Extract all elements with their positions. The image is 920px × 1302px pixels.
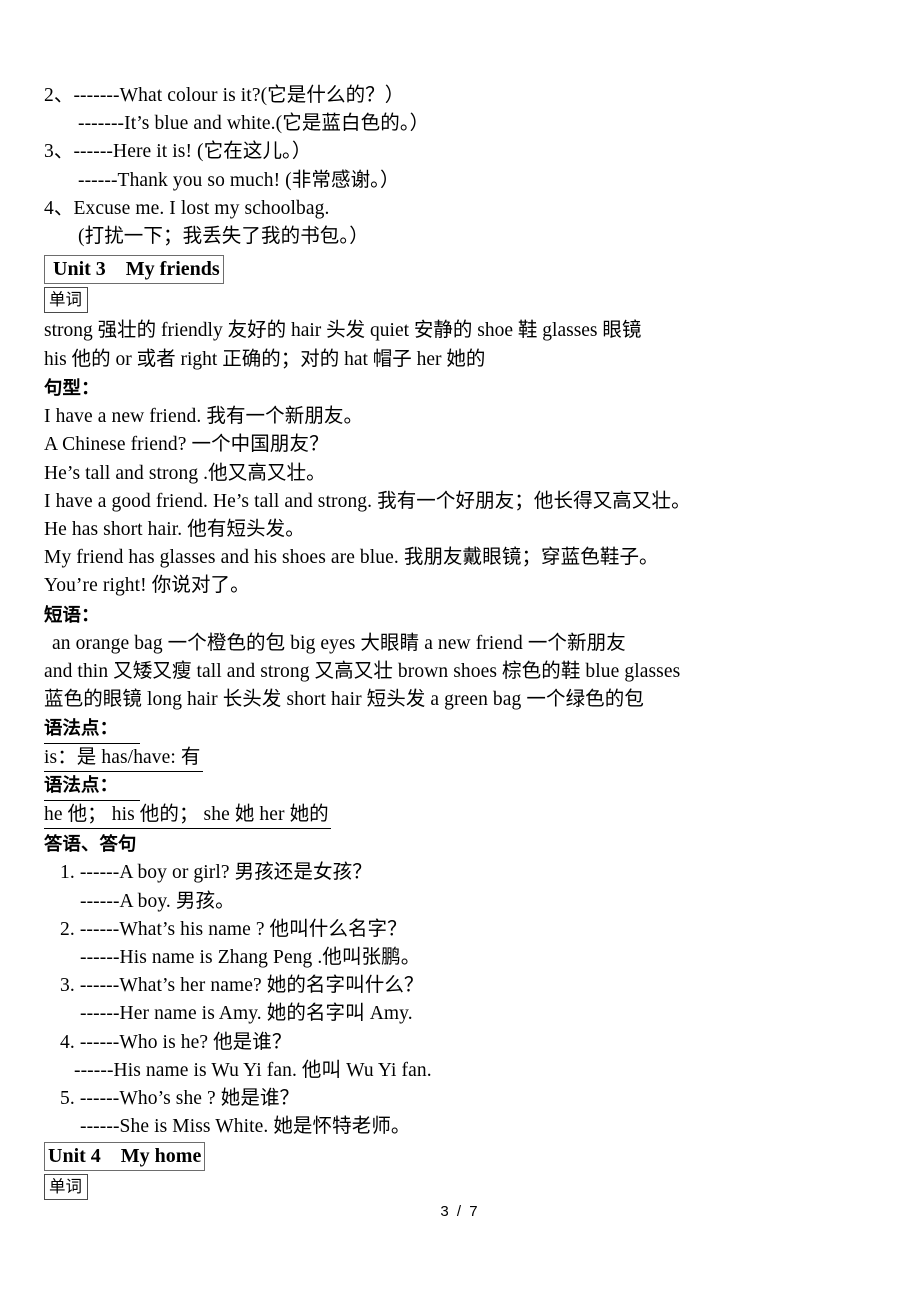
- pattern-line: You’re right! 你说对了。: [44, 572, 920, 600]
- pattern-line: He’s tall and strong .他又高又壮。: [44, 460, 920, 488]
- answer-q-text: ------A boy or girl? 男孩还是女孩？: [79, 862, 372, 884]
- dialogue-number: 2、: [44, 85, 74, 106]
- answer-question: 4. ------Who is he? 他是谁？: [44, 1029, 920, 1057]
- vocabulary-text: strong 强壮的 friendly 友好的 hair 头发 quiet 安静…: [44, 320, 642, 342]
- pattern-line: My friend has glasses and his shoes are …: [44, 544, 920, 572]
- answer-q-text: ------Who is he? 他是谁？: [79, 1031, 292, 1053]
- answer-q-text: ------What’s his name ? 他叫什么名字？: [79, 918, 407, 940]
- pattern-text: My friend has glasses and his shoes are …: [44, 547, 659, 569]
- answer-question: 2. ------What’s his name ? 他叫什么名字？: [44, 916, 920, 944]
- answer-reply: ------She is Miss White. 她是怀特老师。: [44, 1113, 920, 1141]
- unit4-words-label-row: 单词: [44, 1174, 920, 1201]
- answer-question: 1. ------A boy or girl? 男孩还是女孩？: [44, 859, 920, 887]
- patterns-label-row: 句型：: [44, 375, 920, 403]
- answer-number: 4.: [60, 1031, 75, 1053]
- dialogue-line: ------Thank you so much! (非常感谢。）: [44, 167, 920, 195]
- dialogue-line: 4、Excuse me. I lost my schoolbag.: [44, 195, 920, 223]
- dialogue-text: -------It’s blue and white.(它是蓝白色的。）: [78, 113, 430, 135]
- unit3-words-label-row: 单词: [44, 287, 920, 314]
- answer-question: 5. ------Who’s she ? 她是谁？: [44, 1085, 920, 1113]
- patterns-label: 句型：: [44, 378, 100, 400]
- document-page: 2、-------What colour is it?(它是什么的？） ----…: [0, 0, 920, 1302]
- phrase-line: 蓝色的眼镜 long hair 长头发 short hair 短头发 a gre…: [44, 686, 920, 714]
- dialogue-text: ------Thank you so much! (非常感谢。）: [78, 169, 400, 191]
- answer-a-text: ------His name is Wu Yi fan. 他叫 Wu Yi fa…: [74, 1059, 432, 1081]
- dialogue-text: Excuse me. I lost my schoolbag.: [73, 197, 330, 219]
- vocabulary-text: his 他的 or 或者 right 正确的；对的 hat 帽子 her 她的: [44, 348, 486, 370]
- phrase-line: an orange bag 一个橙色的包 big eyes 大眼睛 a new …: [44, 630, 920, 658]
- unit4-heading-row: Unit 4 My home: [44, 1142, 920, 1172]
- page-number-footer: 3 / 7: [440, 1203, 480, 1220]
- grammar-content-row: he 他； his 他的； she 她 her 她的: [44, 801, 920, 830]
- vocabulary-line: his 他的 or 或者 right 正确的；对的 hat 帽子 her 她的: [44, 346, 920, 374]
- phrases-label: 短语：: [44, 604, 100, 626]
- grammar-label: 语法点：: [44, 772, 140, 801]
- answers-label: 答语、答句: [44, 834, 137, 856]
- pattern-text: A Chinese friend? 一个中国朋友？: [44, 434, 329, 456]
- unit3-words-label: 单词: [44, 287, 88, 314]
- pattern-text: He has short hair. 他有短头发。: [44, 519, 305, 541]
- answers-label-row: 答语、答句: [44, 831, 920, 859]
- dialogue-line: (打扰一下；我丢失了我的书包。）: [44, 223, 920, 251]
- answer-number: 2.: [60, 918, 75, 940]
- unit4-words-label: 单词: [44, 1174, 88, 1201]
- answer-number: 5.: [60, 1087, 75, 1109]
- dialogue-line: -------It’s blue and white.(它是蓝白色的。）: [44, 110, 920, 138]
- grammar-label-row: 语法点：: [44, 715, 920, 744]
- unit4-heading: Unit 4 My home: [44, 1142, 206, 1172]
- pattern-line: I have a new friend. 我有一个新朋友。: [44, 403, 920, 431]
- vocabulary-line: strong 强壮的 friendly 友好的 hair 头发 quiet 安静…: [44, 317, 920, 345]
- answer-reply: ------His name is Zhang Peng .他叫张鹏。: [44, 944, 920, 972]
- phrase-text: 蓝色的眼镜 long hair 长头发 short hair 短头发 a gre…: [44, 689, 644, 711]
- answer-question: 3. ------What’s her name? 她的名字叫什么？: [44, 972, 920, 1000]
- grammar-content: is：是 has/have: 有: [44, 744, 203, 773]
- answer-q-text: ------What’s her name? 她的名字叫什么？: [79, 975, 424, 997]
- pattern-text: I have a good friend. He’s tall and stro…: [44, 490, 691, 512]
- answer-number: 1.: [60, 862, 75, 884]
- dialogue-line: 3、------Here it is! (它在这儿。）: [44, 138, 920, 166]
- pattern-line: I have a good friend. He’s tall and stro…: [44, 488, 920, 516]
- dialogue-text: (打扰一下；我丢失了我的书包。）: [78, 226, 369, 248]
- phrase-text: and thin 又矮又瘦 tall and strong 又高又壮 brown…: [44, 661, 681, 683]
- answer-reply: ------Her name is Amy. 她的名字叫 Amy.: [44, 1000, 920, 1028]
- unit3-heading-row: Unit 3 My friends: [44, 255, 920, 285]
- dialogue-line: 2、-------What colour is it?(它是什么的？）: [44, 82, 920, 110]
- grammar-label: 语法点：: [44, 715, 140, 744]
- pattern-text: I have a new friend. 我有一个新朋友。: [44, 406, 364, 428]
- answer-reply: ------A boy. 男孩。: [44, 888, 920, 916]
- answer-a-text: ------Her name is Amy. 她的名字叫 Amy.: [80, 1003, 413, 1025]
- grammar-content-row: is：是 has/have: 有: [44, 744, 920, 773]
- pattern-line: A Chinese friend? 一个中国朋友？: [44, 431, 920, 459]
- answer-q-text: ------Who’s she ? 她是谁？: [79, 1087, 300, 1109]
- answer-a-text: ------She is Miss White. 她是怀特老师。: [80, 1116, 411, 1138]
- answer-reply: ------His name is Wu Yi fan. 他叫 Wu Yi fa…: [44, 1057, 920, 1085]
- answer-a-text: ------His name is Zhang Peng .他叫张鹏。: [80, 946, 421, 968]
- phrase-line: and thin 又矮又瘦 tall and strong 又高又壮 brown…: [44, 658, 920, 686]
- answer-number: 3.: [60, 975, 75, 997]
- dialogue-text: ------Here it is! (它在这儿。）: [73, 141, 312, 163]
- dialogue-number: 3、: [44, 141, 74, 163]
- unit3-heading: Unit 3 My friends: [44, 255, 224, 285]
- grammar-content: he 他； his 他的； she 她 her 她的: [44, 801, 331, 830]
- pattern-text: He’s tall and strong .他又高又壮。: [44, 462, 326, 484]
- phrase-text: an orange bag 一个橙色的包 big eyes 大眼睛 a new …: [52, 632, 626, 654]
- answer-a-text: ------A boy. 男孩。: [80, 890, 235, 912]
- grammar-label-row: 语法点：: [44, 772, 920, 801]
- phrases-label-row: 短语：: [44, 602, 920, 630]
- dialogue-number: 4、: [44, 197, 74, 219]
- dialogue-text: -------What colour is it?(它是什么的？）: [73, 85, 405, 106]
- pattern-line: He has short hair. 他有短头发。: [44, 516, 920, 544]
- pattern-text: You’re right! 你说对了。: [44, 575, 250, 597]
